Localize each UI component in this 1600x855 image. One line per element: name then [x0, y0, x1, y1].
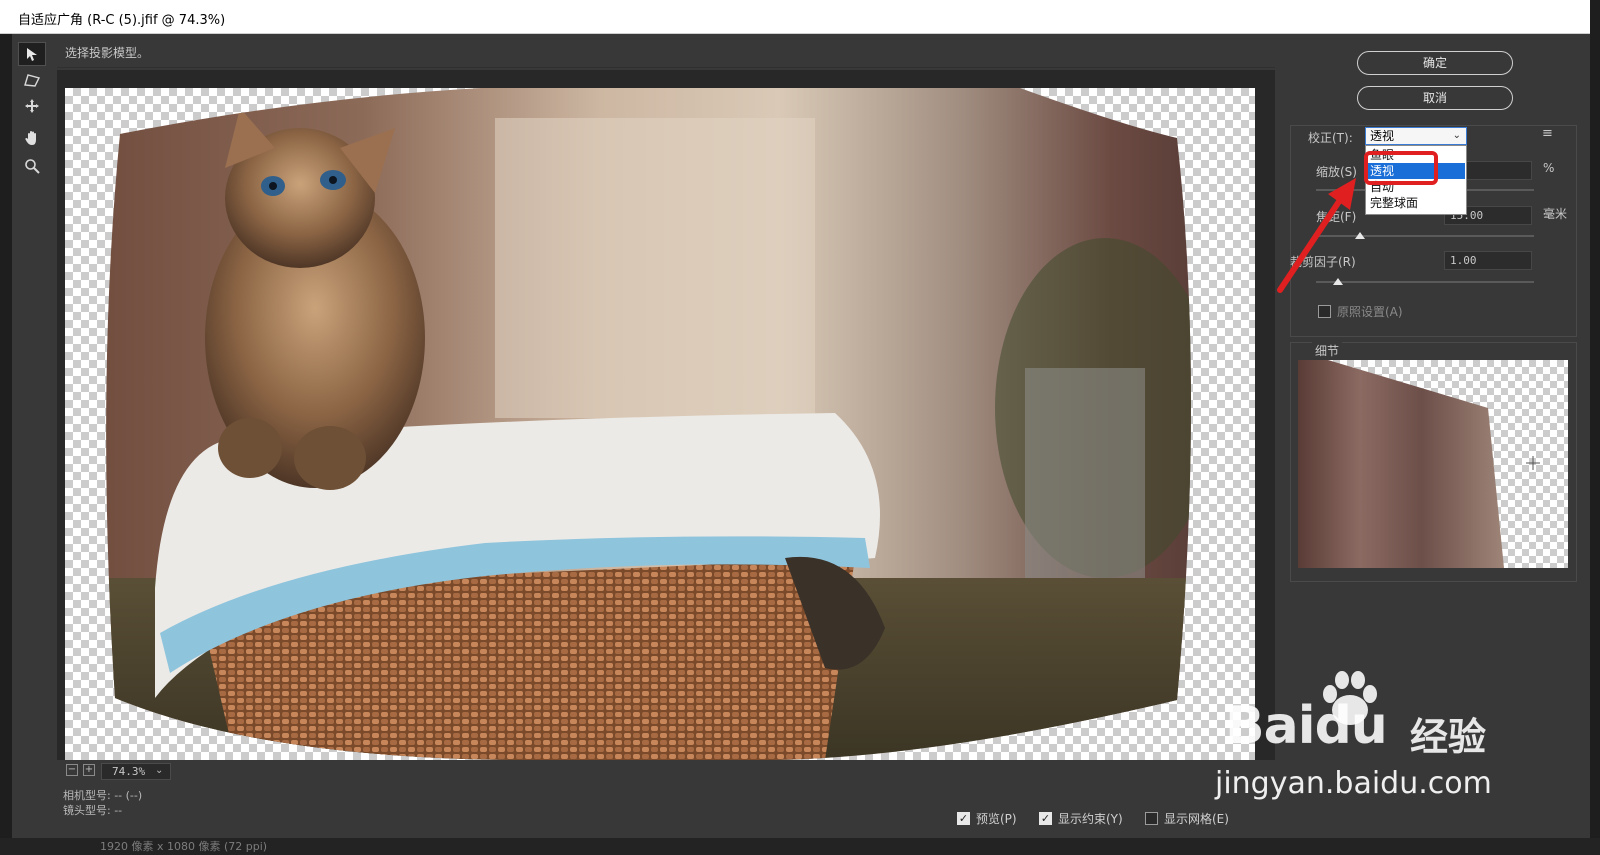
zoom-controls: − + 74.3% ⌄ [63, 763, 303, 781]
show-constraints-check-icon[interactable]: ✓ [1039, 811, 1052, 825]
constraint-tool-icon[interactable] [18, 42, 46, 66]
zoom-out-button[interactable]: − [66, 764, 78, 776]
zoom-tool-icon[interactable] [18, 154, 46, 178]
as-shot-checkbox[interactable]: 原照设置(A) [1318, 303, 1403, 319]
correction-select-value: 透视 [1370, 129, 1395, 143]
watermark-brand-du: du [1314, 696, 1388, 756]
hint-text: 选择投影模型。 [65, 46, 150, 60]
preview-image[interactable] [65, 88, 1255, 760]
watermark-brand-bai: Bai [1225, 696, 1316, 756]
correction-label: 校正(T): [1308, 131, 1353, 145]
camera-model: 相机型号: -- (--) [63, 789, 143, 802]
polygon-constraint-tool-icon[interactable] [18, 68, 46, 92]
preview-check-icon[interactable]: ✓ [957, 811, 970, 825]
panel-menu-icon[interactable]: ≡ [1542, 126, 1553, 141]
watermark-brand: Baidu [1225, 696, 1388, 756]
window-title: 自适应广角 (R-C (5).jfif @ 74.3%) [18, 13, 226, 28]
annotation-highlight-box [1364, 151, 1438, 185]
status-strip: 1920 像素 x 1080 像素 (72 ppi) [0, 838, 1600, 855]
detail-title: 细节 [1312, 342, 1343, 359]
show-constraints-label: 显示约束(Y) [1058, 811, 1123, 826]
document-size: 1920 像素 x 1080 像素 (72 ppi) [100, 840, 268, 853]
move-tool-icon[interactable] [18, 94, 46, 118]
outer-right-edge [1590, 0, 1600, 855]
annotation-arrow-shaft [1277, 197, 1343, 293]
lens-model: 镜头型号: -- [63, 804, 123, 817]
focal-length-unit: 毫米 [1543, 207, 1568, 221]
as-shot-check-icon[interactable] [1318, 304, 1331, 318]
hand-tool-icon[interactable] [18, 126, 46, 150]
chevron-down-icon: ⌄ [1452, 130, 1461, 141]
window-titlebar: 自适应广角 (R-C (5).jfif @ 74.3%) [0, 0, 1590, 34]
preview-label: 预览(P) [976, 811, 1017, 826]
watermark-url: jingyan.baidu.com [1215, 766, 1492, 801]
show-mesh-check-icon[interactable] [1145, 811, 1158, 825]
crop-factor-field[interactable]: 1.00 [1444, 251, 1532, 270]
hint-bar [57, 40, 1275, 68]
cancel-button[interactable]: 取消 [1357, 86, 1513, 110]
annotation-arrow-head [1328, 178, 1356, 210]
watermark-cn: 经验 [1410, 715, 1487, 759]
as-shot-label: 原照设置(A) [1337, 304, 1403, 319]
scale-unit: % [1543, 161, 1555, 175]
detail-preview [1298, 360, 1540, 568]
preview-checkbox[interactable]: ✓ 预览(P) [957, 810, 1017, 826]
annotation-arrow [1277, 151, 1438, 293]
show-constraints-checkbox[interactable]: ✓ 显示约束(Y) [1039, 810, 1123, 826]
ok-button[interactable]: 确定 [1357, 51, 1513, 75]
baidu-watermark: Baidu 经验 jingyan.baidu.com [1215, 670, 1555, 820]
zoom-in-button[interactable]: + [83, 764, 95, 776]
zoom-dropdown-icon[interactable]: ⌄ [155, 765, 163, 776]
correction-select[interactable]: 透视 ⌄ [1365, 127, 1467, 145]
outer-left-edge [0, 34, 12, 854]
